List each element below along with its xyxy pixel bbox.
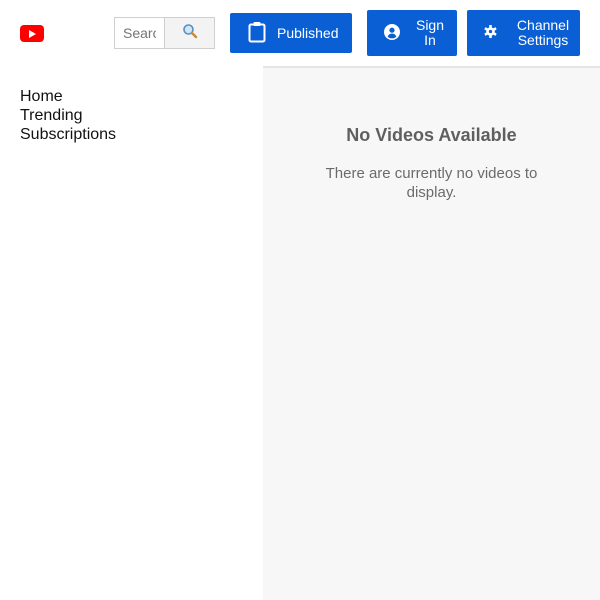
sidebar-item-subscriptions[interactable]: Subscriptions — [20, 125, 263, 144]
search-input[interactable] — [114, 17, 164, 49]
account-circle-icon — [384, 23, 400, 43]
gear-icon — [484, 25, 497, 41]
youtube-logo-icon[interactable] — [20, 25, 44, 42]
channel-settings-button[interactable]: Channel Settings — [467, 10, 580, 56]
sidebar-item-trending[interactable]: Trending — [20, 106, 263, 125]
empty-state-title: No Videos Available — [346, 125, 517, 145]
sidebar: Home Trending Subscriptions — [0, 66, 263, 600]
top-bar: Published Sign In Channel Settin — [0, 0, 600, 66]
sidebar-item-home[interactable]: Home — [20, 87, 263, 106]
published-button-label: Published — [277, 25, 339, 41]
sign-in-button[interactable]: Sign In — [367, 10, 457, 56]
published-button[interactable]: Published — [230, 13, 352, 53]
clipboard-icon — [248, 21, 266, 46]
video-content-area: No Videos Available There are currently … — [263, 66, 600, 600]
channel-settings-button-label: Channel Settings — [516, 17, 570, 48]
search-icon — [182, 23, 198, 44]
search-button[interactable] — [164, 17, 215, 49]
sign-in-button-label: Sign In — [415, 17, 445, 48]
empty-state-message: There are currently no videos to display… — [325, 165, 538, 201]
